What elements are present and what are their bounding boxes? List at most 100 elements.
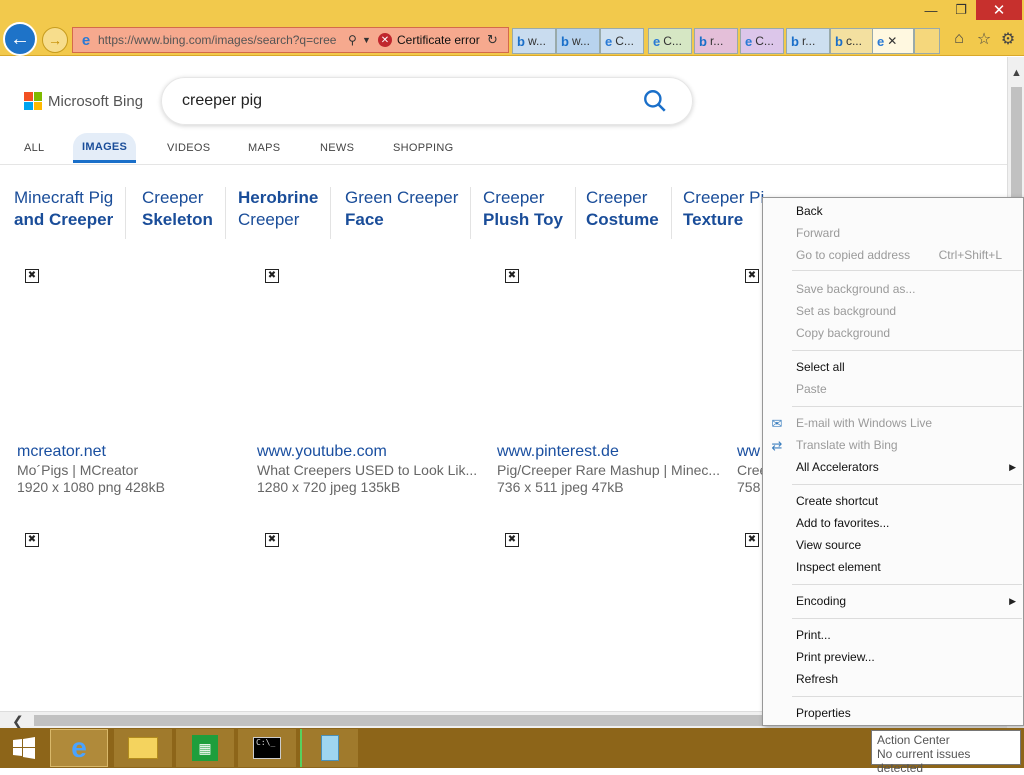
- tab-3[interactable]: e C...: [600, 28, 644, 54]
- tab-news[interactable]: NEWS: [320, 133, 354, 163]
- windows-logo-icon: [13, 737, 35, 759]
- result-title[interactable]: Mo´Pigs | MCreator: [17, 462, 242, 478]
- menu-add-favorites[interactable]: Add to favorites...: [796, 512, 1022, 534]
- bing-icon: b: [835, 33, 843, 49]
- ie-icon: e: [605, 33, 613, 49]
- favorites-star-icon[interactable]: ☆: [973, 28, 995, 50]
- related-search-item[interactable]: Creeper Plush Toy: [483, 187, 576, 239]
- menu-create-shortcut[interactable]: Create shortcut: [796, 490, 1022, 512]
- menu-go-copied-address[interactable]: Go to copied address Ctrl+Shift+L: [796, 244, 1022, 266]
- close-window-button[interactable]: ✕: [976, 0, 1022, 20]
- certificate-error-label[interactable]: Certificate error: [397, 33, 487, 47]
- related-search-item[interactable]: Green Creeper Face: [345, 187, 472, 239]
- taskbar-store[interactable]: ▦: [176, 729, 234, 767]
- tab-7[interactable]: b r...: [786, 28, 830, 54]
- broken-image-icon[interactable]: ✖: [25, 533, 39, 547]
- bing-icon: b: [699, 33, 707, 49]
- menu-properties[interactable]: Properties: [796, 702, 1022, 724]
- broken-image-icon[interactable]: ✖: [265, 533, 279, 547]
- menu-view-source[interactable]: View source: [796, 534, 1022, 556]
- menu-separator: [792, 484, 1022, 485]
- tab-2[interactable]: b w...: [556, 28, 600, 54]
- forward-button[interactable]: →: [42, 27, 68, 53]
- result-site-link[interactable]: mcreator.net: [17, 443, 106, 461]
- taskbar-internet-explorer[interactable]: e: [50, 729, 108, 767]
- search-input[interactable]: creeper pig: [182, 92, 642, 110]
- related-line1: Creeper: [142, 188, 204, 207]
- tab-label: r...: [801, 34, 816, 48]
- tab-5[interactable]: b r...: [694, 28, 738, 54]
- action-center-tooltip: Action Center No current issues detected: [871, 730, 1021, 775]
- result-site-link[interactable]: www.pinterest.de: [497, 443, 619, 461]
- search-icon[interactable]: [642, 88, 668, 114]
- taskbar-app[interactable]: [300, 729, 358, 767]
- menu-back[interactable]: Back: [796, 200, 1022, 222]
- result-site-link[interactable]: ww: [737, 443, 760, 461]
- broken-image-icon[interactable]: ✖: [745, 269, 759, 283]
- new-tab-button[interactable]: [914, 28, 940, 54]
- tab-4[interactable]: e C...: [648, 28, 692, 54]
- arrow-right-icon: →: [48, 32, 62, 48]
- scroll-up-icon[interactable]: ▲: [1008, 67, 1024, 81]
- menu-translate-bing[interactable]: Translate with Bing: [796, 434, 1022, 456]
- restore-button[interactable]: ❐: [946, 0, 976, 20]
- menu-save-background[interactable]: Save background as...: [796, 278, 1022, 300]
- scroll-thumb[interactable]: [34, 715, 764, 726]
- menu-forward[interactable]: Forward: [796, 222, 1022, 244]
- result-title[interactable]: Pig/Creeper Rare Mashup | Minec...: [497, 462, 725, 478]
- broken-image-icon[interactable]: ✖: [265, 269, 279, 283]
- gear-icon[interactable]: ⚙: [997, 28, 1019, 50]
- tab-all[interactable]: ALL: [24, 133, 44, 163]
- minimize-button[interactable]: —: [916, 0, 946, 20]
- menu-paste[interactable]: Paste: [796, 378, 1022, 400]
- tab-8[interactable]: b c...: [830, 28, 874, 54]
- menu-inspect-element[interactable]: Inspect element: [796, 556, 1022, 578]
- address-url[interactable]: https://www.bing.com/images/search?q=cre…: [98, 33, 348, 47]
- search-box[interactable]: creeper pig: [161, 77, 693, 125]
- browser-chrome: ← → e https://www.bing.com/images/search…: [0, 0, 1024, 56]
- tab-images[interactable]: IMAGES: [73, 133, 137, 163]
- taskbar-file-explorer[interactable]: [114, 729, 172, 767]
- tab-shopping[interactable]: SHOPPING: [393, 133, 453, 163]
- menu-separator: [792, 584, 1022, 585]
- certificate-error-icon[interactable]: ✕: [378, 33, 392, 47]
- broken-image-icon[interactable]: ✖: [745, 533, 759, 547]
- broken-image-icon[interactable]: ✖: [25, 269, 39, 283]
- tab-1[interactable]: b w...: [512, 28, 556, 54]
- tab-6[interactable]: e C...: [740, 28, 784, 54]
- menu-email-windows-live[interactable]: E-mail with Windows Live: [796, 412, 1022, 434]
- menu-refresh[interactable]: Refresh: [796, 668, 1022, 690]
- search-icon[interactable]: ⚲: [348, 33, 362, 47]
- menu-select-all[interactable]: Select all: [796, 356, 1022, 378]
- menu-encoding[interactable]: Encoding ▶: [796, 590, 1022, 612]
- tab-maps[interactable]: MAPS: [248, 133, 280, 163]
- menu-all-accelerators[interactable]: All Accelerators ▶: [796, 456, 1022, 478]
- taskbar-command-prompt[interactable]: C:\_: [238, 729, 296, 767]
- menu-set-background[interactable]: Set as background: [796, 300, 1022, 322]
- result-title[interactable]: Cree: [737, 462, 762, 478]
- menu-separator: [792, 406, 1022, 407]
- start-button[interactable]: [0, 729, 48, 767]
- result-title[interactable]: What Creepers USED to Look Lik...: [257, 462, 482, 478]
- refresh-icon[interactable]: ↻: [487, 32, 501, 48]
- related-search-item[interactable]: Minecraft Pig and Creeper: [14, 187, 127, 239]
- related-search-item[interactable]: Creeper Costume: [586, 187, 672, 239]
- related-search-item[interactable]: Creeper Skeleton: [142, 187, 226, 239]
- close-tab-icon[interactable]: ✕: [887, 34, 897, 48]
- bing-logo[interactable]: Microsoft Bing: [24, 92, 143, 110]
- broken-image-icon[interactable]: ✖: [505, 269, 519, 283]
- microsoft-logo-icon: [24, 92, 42, 110]
- address-bar[interactable]: e https://www.bing.com/images/search?q=c…: [72, 27, 509, 53]
- back-button[interactable]: ←: [3, 22, 37, 56]
- chevron-down-icon[interactable]: ▼: [362, 35, 374, 45]
- related-search-item[interactable]: Herobrine Creeper: [238, 187, 332, 239]
- menu-print-preview[interactable]: Print preview...: [796, 646, 1022, 668]
- menu-print[interactable]: Print...: [796, 624, 1022, 646]
- broken-image-icon[interactable]: ✖: [505, 533, 519, 547]
- home-icon[interactable]: ⌂: [948, 28, 970, 50]
- menu-separator: [792, 350, 1022, 351]
- tab-videos[interactable]: VIDEOS: [167, 133, 210, 163]
- menu-copy-background[interactable]: Copy background: [796, 322, 1022, 344]
- result-site-link[interactable]: www.youtube.com: [257, 443, 387, 461]
- tab-active[interactable]: e ✕: [872, 28, 914, 54]
